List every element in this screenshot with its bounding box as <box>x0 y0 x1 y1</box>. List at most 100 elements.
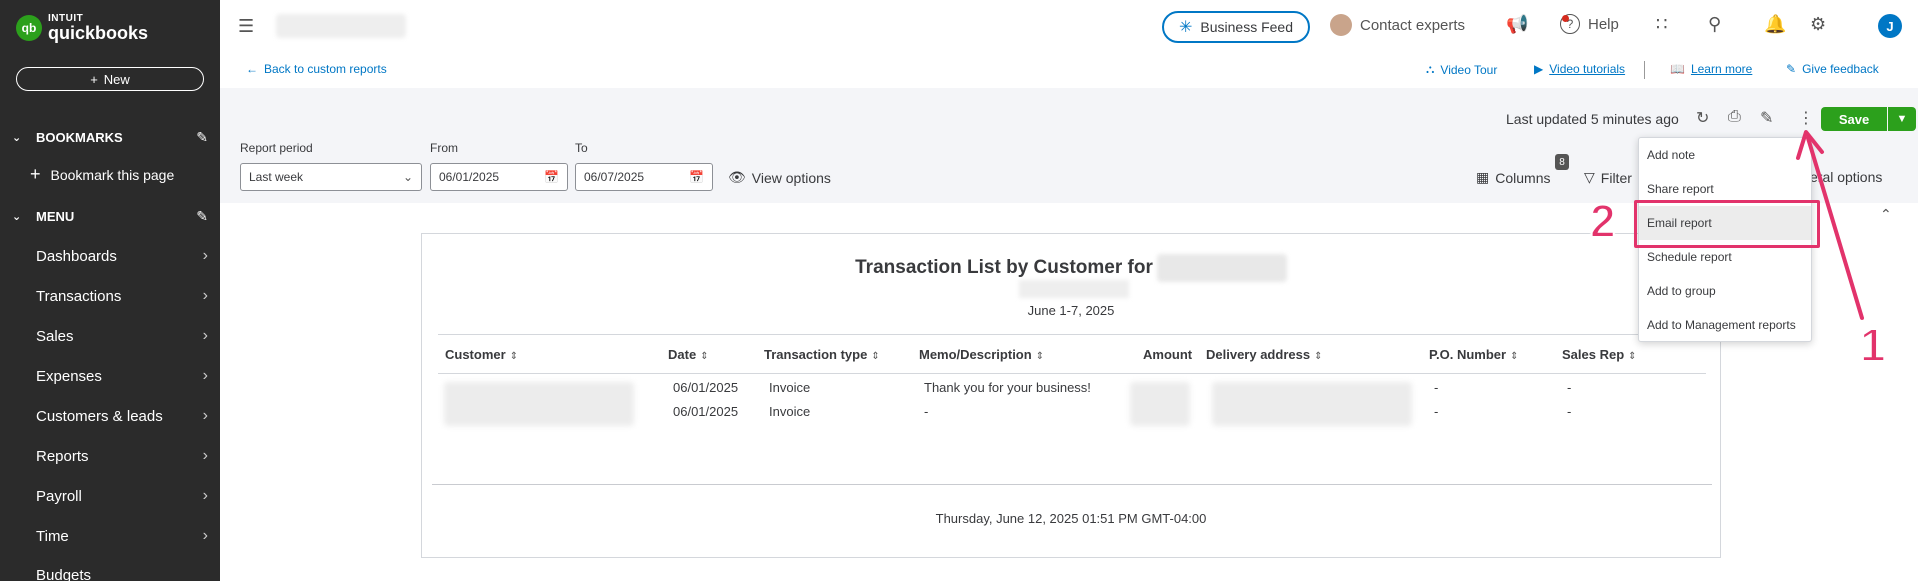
save-dropdown-button[interactable]: ▼ <box>1888 107 1916 131</box>
menu-section-header[interactable]: ⌄ MENU ✎ <box>0 201 220 231</box>
chevron-right-icon: › <box>202 287 208 304</box>
feedback-icon: ✎ <box>1786 62 1797 76</box>
plus-icon: + <box>30 164 41 184</box>
col-header-memo[interactable]: Memo/Description ⇕ <box>919 347 1044 362</box>
more-options-icon[interactable]: ⋮ <box>1798 108 1814 128</box>
sidebar-item-customers-leads[interactable]: Customers & leads › <box>0 398 220 434</box>
print-icon[interactable]: ⎙ <box>1728 108 1741 126</box>
cell-memo: Thank you for your business! <box>924 380 1091 395</box>
sidebar-item-budgets[interactable]: Budgets <box>0 557 220 581</box>
cell-transaction-type[interactable]: Invoice <box>769 404 810 419</box>
collapse-chevron-up-icon[interactable]: ⌃ <box>1880 206 1892 223</box>
col-header-amount[interactable]: Amount <box>1143 347 1192 362</box>
sidebar: qb INTUIT quickbooks + New ⌄ BOOKMARKS ✎… <box>0 0 220 581</box>
sidebar-item-transactions[interactable]: Transactions › <box>0 278 220 314</box>
sort-icon: ⇕ <box>1314 351 1323 362</box>
learn-more-link[interactable]: 📖 Learn more <box>1670 62 1752 76</box>
collapse-menu-icon[interactable]: ☰ <box>238 16 254 37</box>
menu-item-add-note[interactable]: Add note <box>1639 138 1811 172</box>
sidebar-item-label: Sales <box>36 327 74 345</box>
report-period-select[interactable]: Last week ⌄ <box>240 163 422 191</box>
edit-pencil-icon[interactable]: ✎ <box>196 129 208 146</box>
video-tutorials-link[interactable]: ▶ Video tutorials <box>1534 62 1625 76</box>
export-icon[interactable]: ✎ <box>1760 108 1773 128</box>
col-header-delivery-address[interactable]: Delivery address ⇕ <box>1206 347 1322 362</box>
col-header-customer[interactable]: Customer ⇕ <box>445 347 518 362</box>
menu-label: MENU <box>36 208 75 224</box>
col-header-label: Sales Rep <box>1562 347 1625 362</box>
chevron-right-icon: › <box>202 447 208 464</box>
business-feed-label: Business Feed <box>1200 19 1293 35</box>
sort-icon: ⇕ <box>700 351 709 362</box>
expert-avatar <box>1330 14 1352 36</box>
sub-header: ← Back to custom reports ⛬ Video Tour ▶ … <box>220 52 1918 88</box>
logo-quickbooks-text: quickbooks <box>48 23 149 43</box>
menu-item-add-to-management-reports[interactable]: Add to Management reports <box>1639 308 1811 342</box>
contact-experts-button[interactable]: Contact experts <box>1330 14 1465 36</box>
sidebar-item-payroll[interactable]: Payroll › <box>0 478 220 514</box>
sidebar-item-dashboards[interactable]: Dashboards › <box>0 238 220 274</box>
cell-transaction-type[interactable]: Invoice <box>769 380 810 395</box>
chevron-right-icon: › <box>202 367 208 384</box>
save-button[interactable]: Save <box>1821 107 1887 131</box>
sort-icon: ⇕ <box>1035 351 1045 362</box>
business-feed-button[interactable]: ✳ Business Feed <box>1162 11 1310 43</box>
bookmark-this-label: Bookmark this page <box>50 166 175 183</box>
sort-icon: ⇕ <box>1628 351 1637 362</box>
col-header-label: Customer <box>445 347 506 362</box>
last-updated-text: Last updated 5 minutes ago <box>1506 111 1679 127</box>
top-bar: ☰ ✳ Business Feed Contact experts 📢 ? He… <box>220 0 1918 52</box>
bell-icon[interactable]: 🔔 <box>1764 14 1786 35</box>
gear-icon[interactable]: ⚙ <box>1810 14 1826 35</box>
company-name-blurred <box>1156 254 1287 282</box>
amount-blurred <box>1130 382 1190 426</box>
sidebar-item-label: Expenses <box>36 367 102 385</box>
bookmarks-section-header[interactable]: ⌄ BOOKMARKS ✎ <box>0 122 220 152</box>
to-date-input[interactable]: 06/07/2025 📅 <box>575 163 713 191</box>
back-to-custom-reports-link[interactable]: ← Back to custom reports <box>246 62 387 76</box>
megaphone-icon[interactable]: 📢 <box>1506 14 1528 35</box>
edit-pencil-icon[interactable]: ✎ <box>196 208 208 225</box>
col-header-label: Transaction type <box>764 347 868 362</box>
menu-item-add-to-group[interactable]: Add to group <box>1639 274 1811 308</box>
col-header-date[interactable]: Date ⇕ <box>668 347 709 362</box>
columns-button[interactable]: ▦ Columns <box>1476 169 1550 186</box>
col-header-label: Memo/Description <box>919 347 1032 362</box>
sidebar-item-expenses[interactable]: Expenses › <box>0 358 220 394</box>
sidebar-item-label: Time <box>36 527 69 545</box>
quickbooks-logo[interactable]: qb INTUIT quickbooks <box>16 14 148 42</box>
filter-button[interactable]: ▽ Filter <box>1584 169 1632 186</box>
general-options-button[interactable]: eral options <box>1810 169 1882 185</box>
sidebar-item-label: Transactions <box>36 287 122 305</box>
calendar-icon[interactable]: 📅 <box>544 170 559 184</box>
video-tour-link[interactable]: ⛬ Video Tour <box>1426 62 1497 77</box>
apps-grid-icon[interactable]: ∷ <box>1656 14 1667 35</box>
to-date-value: 06/07/2025 <box>584 170 645 184</box>
search-icon[interactable]: ⚲ <box>1708 14 1721 35</box>
columns-grid-icon: ▦ <box>1476 169 1490 185</box>
notification-dot <box>1562 15 1569 22</box>
contact-experts-label: Contact experts <box>1360 16 1466 34</box>
give-feedback-link[interactable]: ✎ Give feedback <box>1786 62 1879 76</box>
sort-icon: ⇕ <box>1510 351 1519 362</box>
user-avatar[interactable]: J <box>1878 14 1902 38</box>
refresh-icon[interactable]: ↻ <box>1696 108 1709 128</box>
learn-more-label: Learn more <box>1690 62 1753 76</box>
col-header-po-number[interactable]: P.O. Number ⇕ <box>1429 347 1518 362</box>
sidebar-item-time[interactable]: Time › <box>0 518 220 554</box>
sidebar-item-reports[interactable]: Reports › <box>0 438 220 474</box>
eye-icon: 👁 <box>728 169 746 185</box>
back-link-label: Back to custom reports <box>264 62 387 76</box>
col-header-transaction-type[interactable]: Transaction type ⇕ <box>764 347 880 362</box>
calendar-icon[interactable]: 📅 <box>689 170 704 184</box>
col-header-sales-rep[interactable]: Sales Rep ⇕ <box>1562 347 1637 362</box>
cell-date: 06/01/2025 <box>673 380 739 395</box>
from-date-input[interactable]: 06/01/2025 📅 <box>430 163 568 191</box>
view-options-button[interactable]: 👁 View options <box>728 169 831 186</box>
new-button[interactable]: + New <box>16 67 204 91</box>
sidebar-item-sales[interactable]: Sales › <box>0 318 220 354</box>
chevron-down-icon: ▼ <box>1896 113 1908 125</box>
bookmark-this-page[interactable]: + Bookmark this page <box>30 164 174 185</box>
funnel-icon: ▽ <box>1584 169 1595 185</box>
arrow-left-icon: ← <box>246 62 258 76</box>
